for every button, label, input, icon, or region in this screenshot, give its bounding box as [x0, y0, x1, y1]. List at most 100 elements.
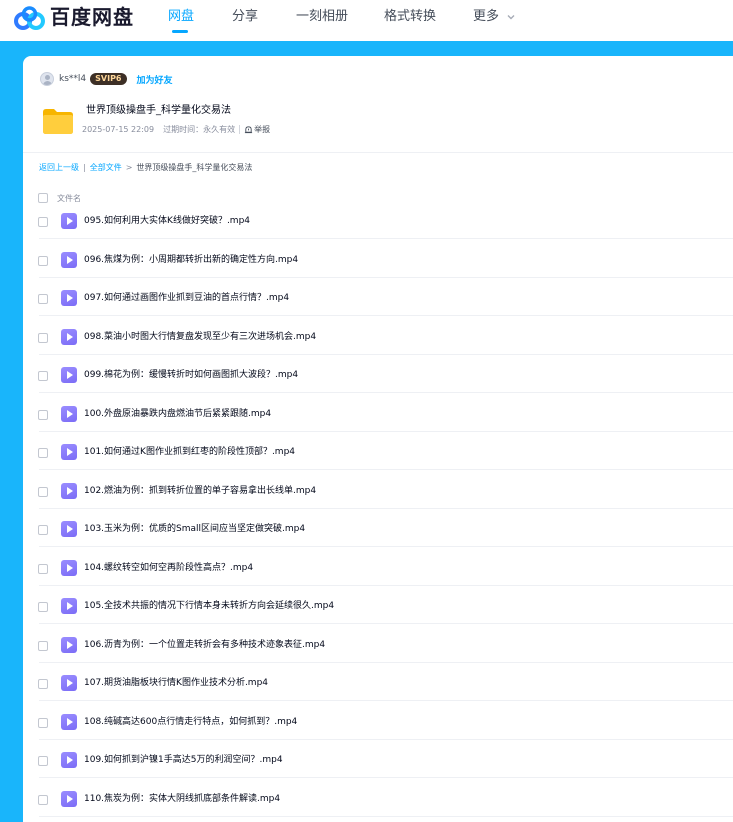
file-name[interactable]: 096.焦煤为例：小周期都转折出新的确定性方向.mp4	[84, 253, 298, 267]
avatar-icon[interactable]	[40, 72, 54, 86]
video-file-icon	[61, 636, 77, 653]
row-divider	[39, 623, 733, 624]
file-name[interactable]: 095.如何利用大实体K线做好突破？.mp4	[84, 214, 250, 228]
row-divider	[39, 507, 733, 509]
video-file-icon	[61, 405, 77, 422]
baidu-cloud-logo-icon[interactable]	[14, 6, 46, 32]
chevron-down-icon[interactable]	[506, 12, 516, 22]
report-icon	[244, 126, 253, 134]
row-divider	[39, 700, 733, 701]
select-all-checkbox[interactable]	[38, 193, 48, 203]
video-file-icon	[61, 790, 77, 807]
file-checkbox[interactable]	[38, 255, 48, 266]
file-name[interactable]: 103.玉米为例：优质的Small区间应当坚定做突破.mp4	[84, 522, 305, 536]
row-divider	[39, 353, 733, 355]
file-row[interactable]: 095.如何利用大实体K线做好突破？.mp4	[23, 209, 733, 248]
report-label: 举报	[254, 125, 271, 134]
file-checkbox[interactable]	[38, 756, 48, 766]
file-row[interactable]: 100.外盘原油暴跌内盘燃油节后紧紧跟随.mp4	[23, 402, 733, 441]
share-card: ks**l4 SVIP6 加为好友 世界顶级操盘手_科学量化交易法 2025-0…	[23, 56, 733, 822]
nav-tab-format-convert[interactable]: 格式转换	[384, 8, 436, 26]
file-row[interactable]: 110.焦炭为例：实体大阴线抓底部条件解读.mp4	[23, 787, 733, 822]
header-divider	[23, 152, 733, 153]
file-checkbox[interactable]	[38, 717, 48, 728]
file-name[interactable]: 110.焦炭为例：实体大阴线抓底部条件解读.mp4	[84, 792, 280, 806]
file-checkbox[interactable]	[38, 525, 48, 535]
add-friend-button[interactable]: 加为好友	[137, 73, 173, 86]
row-divider	[39, 469, 733, 470]
share-expiry: 过期时间：永久有效	[163, 125, 236, 134]
active-tab-indicator	[172, 30, 188, 33]
row-divider	[39, 584, 733, 586]
column-header-filename[interactable]: 文件名	[57, 193, 81, 204]
brand-name[interactable]: 百度网盘	[50, 5, 134, 29]
file-row[interactable]: 103.玉米为例：优质的Small区间应当坚定做突破.mp4	[23, 517, 733, 556]
video-file-icon	[61, 559, 77, 576]
video-file-icon	[61, 713, 77, 730]
video-file-icon	[61, 482, 77, 499]
breadcrumb: 返回上一级 | 全部文件 > 世界顶级操盘手_科学量化交易法	[39, 162, 252, 174]
video-file-icon	[61, 444, 77, 460]
nav-tab-share[interactable]: 分享	[232, 8, 258, 26]
file-name[interactable]: 107.期货油脂板块行情K图作业技术分析.mp4	[84, 676, 268, 690]
file-checkbox[interactable]	[38, 794, 48, 805]
video-file-icon	[61, 675, 77, 691]
file-name[interactable]: 105.全技术共振的情况下行情本身未转折方向会延续很久.mp4	[84, 599, 334, 613]
file-row[interactable]: 107.期货油脂板块行情K图作业技术分析.mp4	[23, 671, 733, 710]
video-file-icon	[61, 213, 77, 229]
file-checkbox[interactable]	[38, 294, 48, 304]
sharer-username: ks**l4	[59, 74, 87, 84]
file-checkbox[interactable]	[38, 563, 48, 574]
file-row[interactable]: 108.纯碱高达600点行情走行特点，如何抓到？.mp4	[23, 710, 733, 749]
sharer-info: ks**l4 SVIP6 加为好友	[40, 70, 173, 88]
report-button[interactable]: 举报	[244, 123, 270, 136]
file-name[interactable]: 099.棉花为例：缓慢转折时如何画图抓大波段？.mp4	[84, 368, 298, 382]
file-checkbox[interactable]	[38, 679, 48, 689]
file-checkbox[interactable]	[38, 640, 48, 651]
file-row[interactable]: 101.如何通过K图作业抓到红枣的阶段性顶部？.mp4	[23, 440, 733, 479]
file-name[interactable]: 108.纯碱高达600点行情走行特点，如何抓到？.mp4	[84, 715, 297, 729]
file-name[interactable]: 102.燃油为例：抓到转折位置的单子容易拿出长线单.mp4	[84, 484, 316, 498]
file-row[interactable]: 109.如何抓到沪镍1手高达5万的利润空间？.mp4	[23, 748, 733, 787]
video-file-icon	[61, 251, 77, 268]
video-file-icon	[61, 328, 77, 345]
video-file-icon	[61, 290, 77, 306]
nav-tab-netdisk[interactable]: 网盘	[168, 8, 194, 26]
file-checkbox[interactable]	[38, 486, 48, 497]
file-row[interactable]: 105.全技术共振的情况下行情本身未转折方向会延续很久.mp4	[23, 594, 733, 633]
file-name[interactable]: 100.外盘原油暴跌内盘燃油节后紧紧跟随.mp4	[84, 407, 271, 421]
file-name[interactable]: 104.螺纹转空如何空再阶段性高点？.mp4	[84, 561, 253, 575]
file-checkbox[interactable]	[38, 602, 48, 612]
row-divider	[39, 777, 733, 778]
top-navigation-bar: 百度网盘 网盘 分享 一刻相册 格式转换 更多	[0, 0, 733, 41]
video-file-icon	[61, 752, 77, 768]
file-checkbox[interactable]	[38, 332, 48, 343]
file-name[interactable]: 101.如何通过K图作业抓到红枣的阶段性顶部？.mp4	[84, 445, 295, 459]
row-divider	[39, 392, 733, 393]
breadcrumb-back-link[interactable]: 返回上一级	[39, 162, 79, 174]
file-row[interactable]: 097.如何通过画图作业抓到豆油的首点行情？.mp4	[23, 286, 733, 325]
row-divider	[39, 276, 733, 278]
file-row[interactable]: 099.棉花为例：缓慢转折时如何画图抓大波段？.mp4	[23, 363, 733, 402]
file-row[interactable]: 098.菜油小时图大行情复盘发现至少有三次进场机会.mp4	[23, 325, 733, 364]
file-name[interactable]: 098.菜油小时图大行情复盘发现至少有三次进场机会.mp4	[84, 330, 316, 344]
nav-tab-moments-album[interactable]: 一刻相册	[296, 8, 348, 26]
file-name[interactable]: 097.如何通过画图作业抓到豆油的首点行情？.mp4	[84, 291, 289, 305]
video-file-icon	[61, 367, 77, 383]
folder-icon	[43, 109, 73, 134]
file-name[interactable]: 106.沥青为例：一个位置走转折会有多种技术迹象表征.mp4	[84, 638, 325, 652]
nav-tab-more[interactable]: 更多	[473, 8, 499, 26]
file-row[interactable]: 106.沥青为例：一个位置走转折会有多种技术迹象表征.mp4	[23, 633, 733, 672]
row-divider	[39, 546, 733, 547]
file-checkbox[interactable]	[38, 217, 48, 227]
file-checkbox[interactable]	[38, 409, 48, 420]
row-divider	[39, 738, 733, 740]
file-row[interactable]: 104.螺纹转空如何空再阶段性高点？.mp4	[23, 556, 733, 595]
file-row[interactable]: 102.燃油为例：抓到转折位置的单子容易拿出长线单.mp4	[23, 479, 733, 518]
breadcrumb-all-files-link[interactable]: 全部文件	[90, 162, 122, 174]
file-checkbox[interactable]	[38, 371, 48, 381]
file-row[interactable]: 096.焦煤为例：小周期都转折出新的确定性方向.mp4	[23, 248, 733, 287]
file-checkbox[interactable]	[38, 448, 48, 458]
file-name[interactable]: 109.如何抓到沪镍1手高达5万的利润空间？.mp4	[84, 753, 283, 767]
vip-badge: SVIP6	[90, 73, 127, 85]
